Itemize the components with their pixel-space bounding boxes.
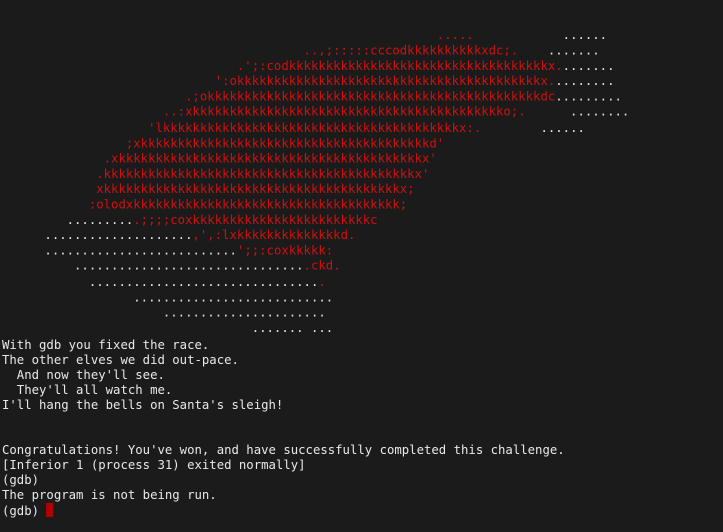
ascii-art-line: ..........................';;:coxkkkkk:	[0, 244, 629, 259]
art-segment-red: ';;:coxkkkkk:	[236, 243, 334, 258]
ascii-art-line: ..:xkkkkkkkkkkkkkkkkkkkkkkkkkkkkkkkkkkkk…	[0, 105, 629, 120]
ascii-art-line: ....... ...	[0, 321, 629, 336]
output-line: [Inferior 1 (process 31) exited normally…	[2, 458, 306, 472]
ascii-art-line: ................................ckd.	[0, 259, 629, 274]
output-line: They'll all watch me.	[2, 383, 173, 397]
ascii-art-line: ':okkkkkkkkkkkkkkkkkkkkkkkkkkkkkkkkkkkkk…	[0, 74, 629, 89]
art-segment-red: ;xkkkkkkkkkkkkkkkkkkkkkkkkkkkkkkkkkkkkkk…	[0, 135, 445, 151]
ascii-art-line: ......................	[0, 305, 629, 320]
output-line: The other elves we did out-pace.	[2, 353, 239, 367]
art-segment-red: :olodxkkkkkkkkkkkkkkkkkkkkkkkkkkkkkkkkkk…	[0, 197, 408, 212]
ascii-art-line: ..... ......	[0, 28, 629, 43]
ascii-art-line: ...........................	[0, 290, 629, 305]
ascii-art-line: ..........;;;;coxkkkkkkkkkkkkkkkkkkkkkkk…	[0, 213, 629, 228]
terminal-output: With gdb you fixed the race. The other el…	[2, 338, 565, 518]
ascii-art-line: 'lkkkkkkkkkkkkkkkkkkkkkkkkkkkkkkkkkkkkkk…	[0, 120, 629, 135]
art-segment-white: .........	[0, 212, 134, 228]
ascii-art-line: .xkkkkkkkkkkkkkkkkkkkkkkkkkkkkkkkkkkkkkk…	[0, 151, 629, 166]
ascii-art-line: .';:codkkkkkkkkkkkkkkkkkkkkkkkkkkkkkkkkk…	[0, 59, 629, 74]
ascii-art-line: xkkkkkkkkkkkkkkkkkkkkkkkkkkkkkkkkkkkkkkk…	[0, 182, 629, 197]
ascii-art-line: ;xkkkkkkkkkkkkkkkkkkkkkkkkkkkkkkkkkkkkkk…	[0, 136, 629, 151]
art-segment-white: ..........................	[0, 243, 237, 258]
ascii-art-line: ....................,',:lxkkkkkkkkkkkkkk…	[0, 228, 629, 243]
output-line: The program is not being run.	[2, 488, 217, 502]
art-segment-red: .ckd.	[303, 258, 341, 274]
art-segment-white: ......	[518, 28, 608, 43]
output-line: With gdb you fixed the race.	[2, 338, 210, 352]
art-segment-red: xkkkkkkkkkkkkkkkkkkkkkkkkkkkkkkkkkkkkkkk…	[0, 181, 415, 197]
art-segment-red: .xkkkkkkkkkkkkkkkkkkkkkkkkkkkkkkkkkkkkkk…	[0, 151, 437, 166]
ascii-art-line: .;okkkkkkkkkkkkkkkkkkkkkkkkkkkkkkkkkkkkk…	[0, 90, 629, 105]
text-cursor	[46, 503, 54, 517]
art-segment-red: .';:codkkkkkkkkkkkkkkkkkkkkkkkkkkkkkkkkk…	[0, 58, 563, 74]
art-segment-white: .......	[562, 58, 615, 74]
art-segment-white: ......................	[0, 305, 326, 320]
art-segment-red: .kkkkkkkkkkkkkkkkkkkkkkkkkkkkkkkkkkkkkkk…	[0, 166, 430, 181]
art-segment-white: ...............................	[0, 258, 304, 274]
art-segment-red: ..,;:::::cccodkkkkkkkkkkxdc;.	[0, 43, 541, 58]
ascii-art-line: :olodxkkkkkkkkkkkkkkkkkkkkkkkkkkkkkkkkkk…	[0, 197, 629, 212]
art-segment-white: ...............................	[0, 274, 319, 289]
art-segment-white: ....................	[0, 228, 193, 243]
art-segment-red: ,',:lxkkkkkkkkkkkkkkd.	[192, 228, 356, 243]
art-segment-white: ........	[555, 74, 615, 89]
output-line: I'll hang the bells on Santa's sleigh!	[2, 398, 284, 412]
ascii-art-line: .kkkkkkkkkkkkkkkkkkkkkkkkkkkkkkkkkkkkkkk…	[0, 167, 629, 182]
art-segment-white: .........	[555, 89, 622, 104]
ascii-art-sleigh: ..... ...... ..,;:::::cccodkkkkkkkkkkxdc…	[0, 28, 629, 336]
art-segment-red: .....	[0, 28, 519, 43]
art-segment-red: .	[318, 274, 326, 289]
art-segment-white: ...........................	[0, 289, 334, 305]
art-segment-red: ':okkkkkkkkkkkkkkkkkkkkkkkkkkkkkkkkkkkkk…	[0, 74, 556, 89]
art-segment-white: ........	[562, 104, 630, 120]
output-line: (gdb)	[2, 473, 40, 487]
art-segment-red: .;;;;coxkkkkkkkkkkkkkkkkkkkkkkkkc	[133, 212, 378, 228]
prompt-line[interactable]: (gdb)	[2, 503, 565, 518]
gdb-prompt: (gdb)	[2, 504, 47, 518]
art-segment-white: ......	[540, 120, 585, 135]
output-line: And now they'll see.	[2, 368, 165, 382]
art-segment-red: ..:xkkkkkkkkkkkkkkkkkkkkkkkkkkkkkkkkkkkk…	[0, 104, 563, 120]
art-segment-red: .;okkkkkkkkkkkkkkkkkkkkkkkkkkkkkkkkkkkkk…	[0, 89, 556, 104]
art-segment-white: ....... ...	[0, 320, 334, 335]
terminal-window[interactable]: ..... ...... ..,;:::::cccodkkkkkkkkkkxdc…	[0, 0, 723, 532]
ascii-art-line: ................................	[0, 274, 629, 289]
art-segment-red: 'lkkkkkkkkkkkkkkkkkkkkkkkkkkkkkkkkkkkkkk…	[0, 120, 541, 135]
art-segment-white: .......	[540, 43, 600, 58]
output-line: Congratulations! You've won, and have su…	[2, 443, 565, 457]
ascii-art-line: ..,;:::::cccodkkkkkkkkkkxdc;. .......	[0, 43, 629, 58]
